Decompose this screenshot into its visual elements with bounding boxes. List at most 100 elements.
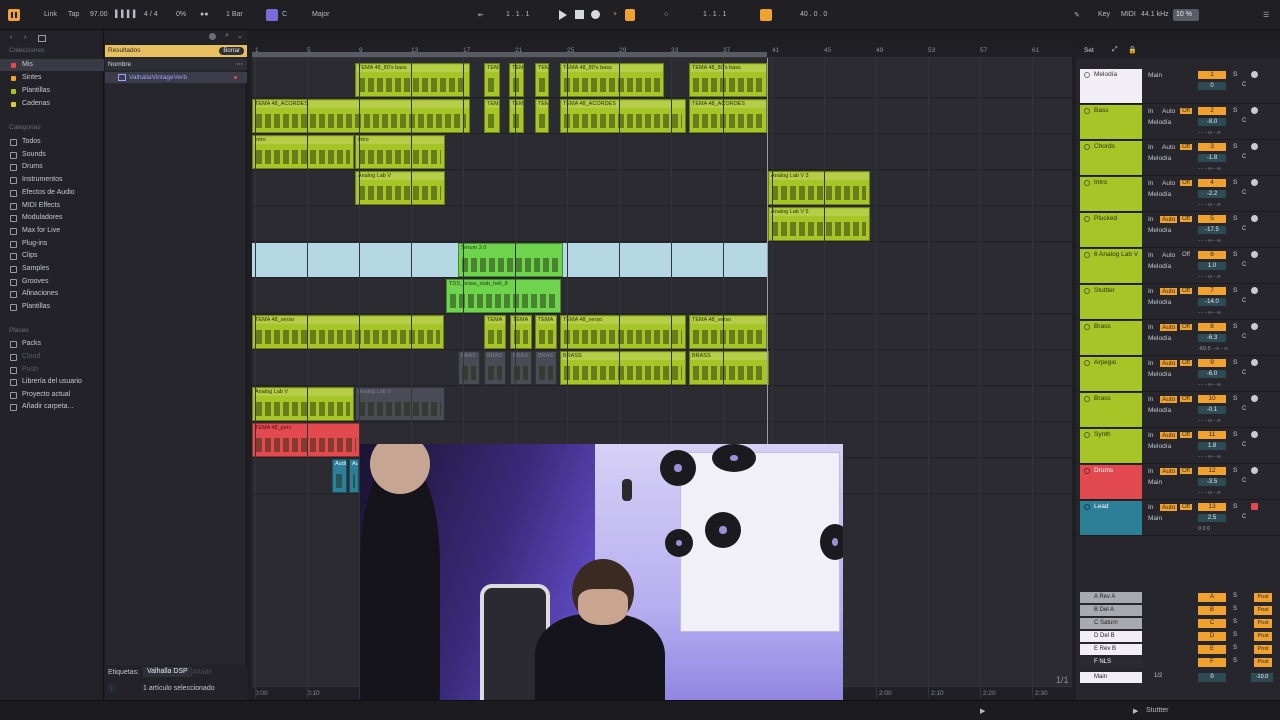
main-track[interactable]: Main 1/2 0 -10.0 xyxy=(1076,672,1280,684)
output-routing-dropdown[interactable]: Main xyxy=(1148,515,1162,522)
tempo-field[interactable]: 97.00 xyxy=(90,11,108,18)
fold-icon[interactable] xyxy=(1084,396,1090,402)
track-lane[interactable]: intro intro xyxy=(252,135,1072,170)
mixer-track[interactable]: Intro In Auto Off Melodía 4 S -2.2 C - - - ∞ - ∞ xyxy=(1076,176,1280,212)
monitor-in-button[interactable]: In xyxy=(1148,360,1153,367)
main-name[interactable]: Main xyxy=(1080,672,1142,683)
monitor-off-button[interactable]: Off xyxy=(1180,324,1192,330)
output-routing-dropdown[interactable]: Main xyxy=(1148,72,1162,79)
clip[interactable]: Analog Lab V xyxy=(252,387,354,421)
post-button[interactable]: Post xyxy=(1254,606,1272,615)
clip[interactable]: TEMA xyxy=(509,63,524,97)
arm-icon[interactable] xyxy=(1251,287,1258,294)
track-name[interactable]: Brass xyxy=(1080,321,1142,355)
output-routing-dropdown[interactable]: Melodía xyxy=(1148,155,1171,162)
collection-item[interactable]: Cadenas xyxy=(0,98,104,110)
clip[interactable]: TEMA xyxy=(535,63,549,97)
solo-button[interactable]: S xyxy=(1233,143,1237,150)
category-item[interactable]: Samples xyxy=(0,263,104,275)
place-item[interactable]: Push xyxy=(0,364,104,376)
volume-field[interactable]: -14.0 xyxy=(1198,298,1226,306)
return-name[interactable]: F NLS xyxy=(1080,657,1142,668)
return-track[interactable]: C Saturn C S Post xyxy=(1076,618,1280,630)
clip[interactable]: TEMA 48_perc xyxy=(252,423,360,457)
solo-button[interactable]: S xyxy=(1233,619,1237,625)
clip[interactable]: BRAS xyxy=(458,351,480,385)
song-position-field[interactable]: 1 . 1 . 1 xyxy=(506,11,529,18)
track-activator-button[interactable]: 2 xyxy=(1198,107,1226,115)
fold-icon[interactable] xyxy=(1084,108,1090,114)
add-tag-button[interactable]: Añadir xyxy=(192,669,212,676)
monitor-off-button[interactable]: Off xyxy=(1180,108,1192,114)
track-lane[interactable]: Analog Lab V 5 xyxy=(252,207,1072,242)
arm-icon[interactable] xyxy=(1251,395,1258,402)
monitor-in-button[interactable]: In xyxy=(1148,504,1153,511)
lock-icon[interactable]: 🔒 xyxy=(1128,46,1137,54)
clip[interactable]: TEMA 48_80's bass xyxy=(560,63,664,97)
session-record-icon[interactable]: ○ xyxy=(664,11,668,18)
monitor-auto-button[interactable]: Auto xyxy=(1160,396,1178,403)
crossfade-button[interactable]: C xyxy=(1242,442,1246,448)
monitor-in-button[interactable]: In xyxy=(1148,216,1153,223)
solo-button[interactable]: S xyxy=(1233,359,1237,366)
monitor-auto-button[interactable]: Auto xyxy=(1160,504,1178,511)
return-activator-button[interactable]: B xyxy=(1198,606,1226,615)
arm-icon[interactable] xyxy=(1251,215,1258,222)
info-icon[interactable]: ⓘ xyxy=(108,684,115,694)
category-item[interactable]: Grooves xyxy=(0,276,104,288)
return-activator-button[interactable]: F xyxy=(1198,658,1226,667)
output-routing-dropdown[interactable]: Melodía xyxy=(1148,371,1171,378)
fold-icon[interactable] xyxy=(1084,468,1090,474)
monitor-off-button[interactable]: Off xyxy=(1180,432,1192,438)
forward-icon[interactable]: › xyxy=(24,34,26,41)
track-name[interactable]: Intro xyxy=(1080,177,1142,211)
mixer-track[interactable]: Brass In Auto Off Melodía 8 S -6.3 C -69.5 - ∞ - … xyxy=(1076,320,1280,356)
track-activator-button[interactable]: 4 xyxy=(1198,179,1226,187)
crossfade-button[interactable]: C xyxy=(1242,82,1246,88)
volume-field[interactable]: -8.0 xyxy=(1198,118,1226,126)
monitor-in-button[interactable]: In xyxy=(1148,108,1153,115)
crossfade-button[interactable]: C xyxy=(1242,262,1246,268)
clip[interactable]: TEMA xyxy=(484,99,500,133)
output-routing-dropdown[interactable]: Melodía xyxy=(1148,299,1171,306)
solo-button[interactable]: S xyxy=(1233,645,1237,651)
track-lane[interactable]: TEMA 48_80's bass TEMA TEMA TEMA TEMA 48_80'… xyxy=(252,63,1072,98)
category-item[interactable]: Drums xyxy=(0,161,104,173)
output-routing-dropdown[interactable]: Main xyxy=(1148,479,1162,486)
track-name[interactable]: Plucked xyxy=(1080,213,1142,247)
solo-button[interactable]: S xyxy=(1233,395,1237,402)
mixer-track[interactable]: Lead In Auto Off Main 13 S 2.5 C 0 0 0 xyxy=(1076,500,1280,536)
monitor-auto-button[interactable]: Auto xyxy=(1160,108,1177,115)
return-track[interactable]: E Rev B E S Post xyxy=(1076,644,1280,656)
clear-button[interactable]: Borrar xyxy=(219,47,244,55)
clip[interactable]: BRASS xyxy=(560,351,686,385)
track-activator-button[interactable]: 13 xyxy=(1198,503,1226,511)
clip[interactable]: TEMA 48_verso xyxy=(560,315,686,349)
volume-field[interactable]: 1.8 xyxy=(1198,442,1226,450)
arm-icon[interactable] xyxy=(1251,107,1258,114)
monitor-in-button[interactable]: In xyxy=(1148,180,1153,187)
crossfade-button[interactable]: C xyxy=(1242,334,1246,340)
monitor-off-button[interactable]: Off xyxy=(1180,396,1192,402)
mixer-track[interactable]: Drums In Auto Off Main 12 S -3.5 C - - - ∞ - ∞ xyxy=(1076,464,1280,500)
time-signature-field[interactable]: 4 / 4 xyxy=(144,11,158,18)
track-name[interactable]: Melodía xyxy=(1080,69,1142,103)
solo-button[interactable]: S xyxy=(1233,658,1237,664)
category-item[interactable]: Todos xyxy=(0,136,104,148)
draw-mode-icon[interactable]: ✎ xyxy=(1074,11,1080,19)
crossfade-button[interactable]: C xyxy=(1242,154,1246,160)
solo-button[interactable]: S xyxy=(1233,107,1237,114)
monitor-in-button[interactable]: In xyxy=(1148,396,1153,403)
solo-button[interactable]: S xyxy=(1233,503,1237,510)
fold-icon[interactable] xyxy=(1084,288,1090,294)
clip[interactable]: Analog Lab V xyxy=(355,171,445,205)
monitor-auto-button[interactable]: Auto xyxy=(1160,288,1178,295)
output-routing-dropdown[interactable]: Melodía xyxy=(1148,443,1171,450)
track-lane[interactable]: Serum 2.0 xyxy=(252,243,767,278)
category-item[interactable]: Sounds xyxy=(0,149,104,161)
category-item[interactable]: Max for Live xyxy=(0,225,104,237)
clip[interactable]: Analog Lab V 3 xyxy=(768,171,870,205)
monitor-auto-button[interactable]: Auto xyxy=(1160,324,1178,331)
browser-layout-icon[interactable] xyxy=(38,35,46,42)
solo-button[interactable]: S xyxy=(1233,215,1237,222)
